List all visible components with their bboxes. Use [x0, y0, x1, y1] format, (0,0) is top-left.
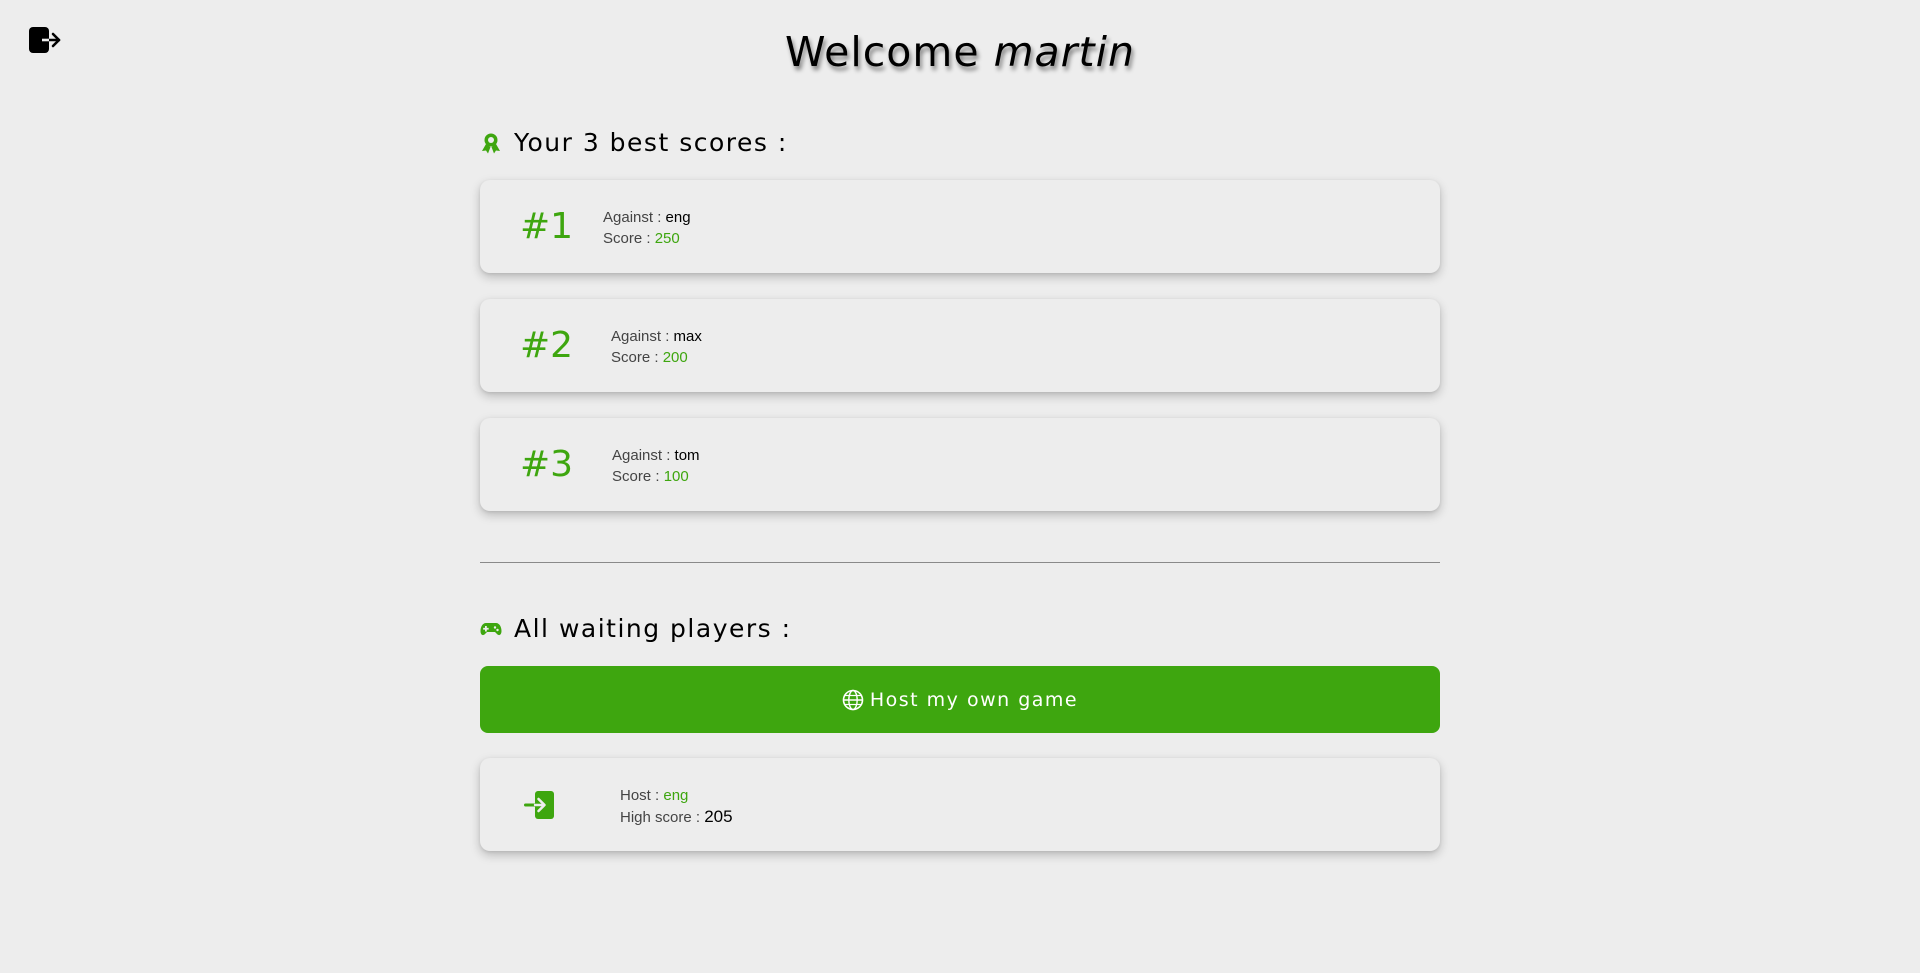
score-label: Score : — [611, 349, 659, 366]
best-scores-heading: Your 3 best scores : — [480, 128, 788, 157]
globe-icon — [842, 689, 864, 711]
score-info: Against : max Score : 200 — [611, 326, 702, 368]
score-card: #3 Against : tom Score : 100 — [480, 418, 1440, 511]
score-card: #2 Against : max Score : 200 — [480, 299, 1440, 392]
opponent-name: eng — [665, 209, 691, 226]
welcome-text: Welcome — [785, 28, 980, 76]
host-label: Host : — [620, 787, 660, 804]
waiting-players-heading: All waiting players : — [480, 614, 792, 643]
score-value: 250 — [654, 230, 680, 247]
score-value: 100 — [663, 468, 689, 485]
score-value: 200 — [662, 349, 688, 366]
against-label: Against : — [611, 328, 670, 345]
username: martin — [993, 28, 1135, 76]
score-rank: #3 — [520, 444, 574, 485]
page-title: Welcome martin — [0, 28, 1920, 76]
against-label: Against : — [612, 447, 671, 464]
host-name: eng — [663, 787, 689, 804]
opponent-name: tom — [674, 447, 700, 464]
best-scores-heading-text: Your 3 best scores : — [514, 128, 788, 157]
score-label: Score : — [612, 468, 660, 485]
gamepad-icon — [480, 618, 502, 640]
award-icon — [480, 132, 502, 154]
host-game-button[interactable]: Host my own game — [480, 666, 1440, 733]
score-rank: #1 — [520, 206, 574, 247]
waiting-player-card: Host : eng High score : 205 — [480, 758, 1440, 851]
waiting-player-info: Host : eng High score : 205 — [620, 785, 733, 828]
score-rank: #2 — [520, 325, 574, 366]
high-score-value: 205 — [704, 807, 733, 826]
high-score-label: High score : — [620, 809, 701, 826]
join-game-button[interactable] — [524, 789, 556, 821]
waiting-players-heading-text: All waiting players : — [514, 614, 792, 643]
section-divider — [480, 562, 1440, 563]
score-card: #1 Against : eng Score : 250 — [480, 180, 1440, 273]
score-info: Against : tom Score : 100 — [612, 445, 700, 487]
score-label: Score : — [603, 230, 651, 247]
score-info: Against : eng Score : 250 — [603, 207, 691, 249]
host-game-button-label: Host my own game — [869, 688, 1079, 711]
against-label: Against : — [603, 209, 662, 226]
opponent-name: max — [673, 328, 702, 345]
join-icon — [524, 791, 554, 819]
